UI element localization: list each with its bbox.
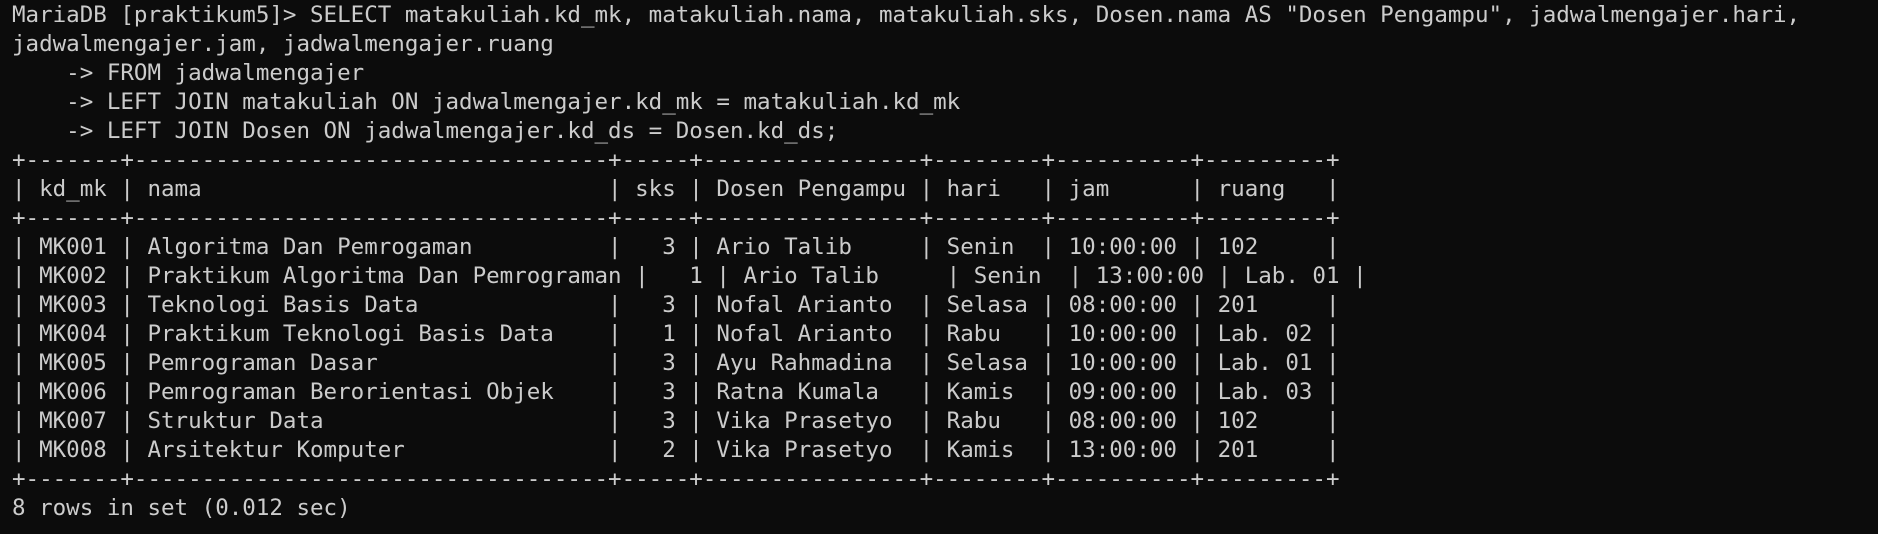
table-top-border: +-------+-------------------------------…	[12, 147, 1340, 173]
table-row: | MK002 | Praktikum Algoritma Dan Pemrog…	[12, 263, 1367, 289]
terminal-window[interactable]: MariaDB [praktikum5]> SELECT matakuliah.…	[0, 0, 1878, 534]
sql-prompt-line: MariaDB [praktikum5]> SELECT matakuliah.…	[12, 2, 1801, 28]
table-row: | MK007 | Struktur Data | 3 | Vika Prase…	[12, 408, 1340, 434]
table-bottom-border: +-------+-------------------------------…	[12, 466, 1340, 492]
sql-join-matakuliah-line: -> LEFT JOIN matakuliah ON jadwalmengaje…	[12, 89, 961, 115]
result-summary: 8 rows in set (0.012 sec)	[12, 495, 351, 521]
table-row: | MK004 | Praktikum Teknologi Basis Data…	[12, 321, 1340, 347]
table-header-row: | kd_mk | nama | sks | Dosen Pengampu | …	[12, 176, 1340, 202]
table-row: | MK005 | Pemrograman Dasar | 3 | Ayu Ra…	[12, 350, 1340, 376]
sql-join-dosen-line: -> LEFT JOIN Dosen ON jadwalmengajer.kd_…	[12, 118, 839, 144]
table-row: | MK003 | Teknologi Basis Data | 3 | Nof…	[12, 292, 1340, 318]
table-row: | MK006 | Pemrograman Berorientasi Objek…	[12, 379, 1340, 405]
sql-continuation-line: jadwalmengajer.jam, jadwalmengajer.ruang	[12, 31, 554, 57]
table-row: | MK001 | Algoritma Dan Pemrogaman | 3 |…	[12, 234, 1340, 260]
table-header-border: +-------+-------------------------------…	[12, 205, 1340, 231]
table-row: | MK008 | Arsitektur Komputer | 2 | Vika…	[12, 437, 1340, 463]
sql-from-line: -> FROM jadwalmengajer	[12, 60, 365, 86]
